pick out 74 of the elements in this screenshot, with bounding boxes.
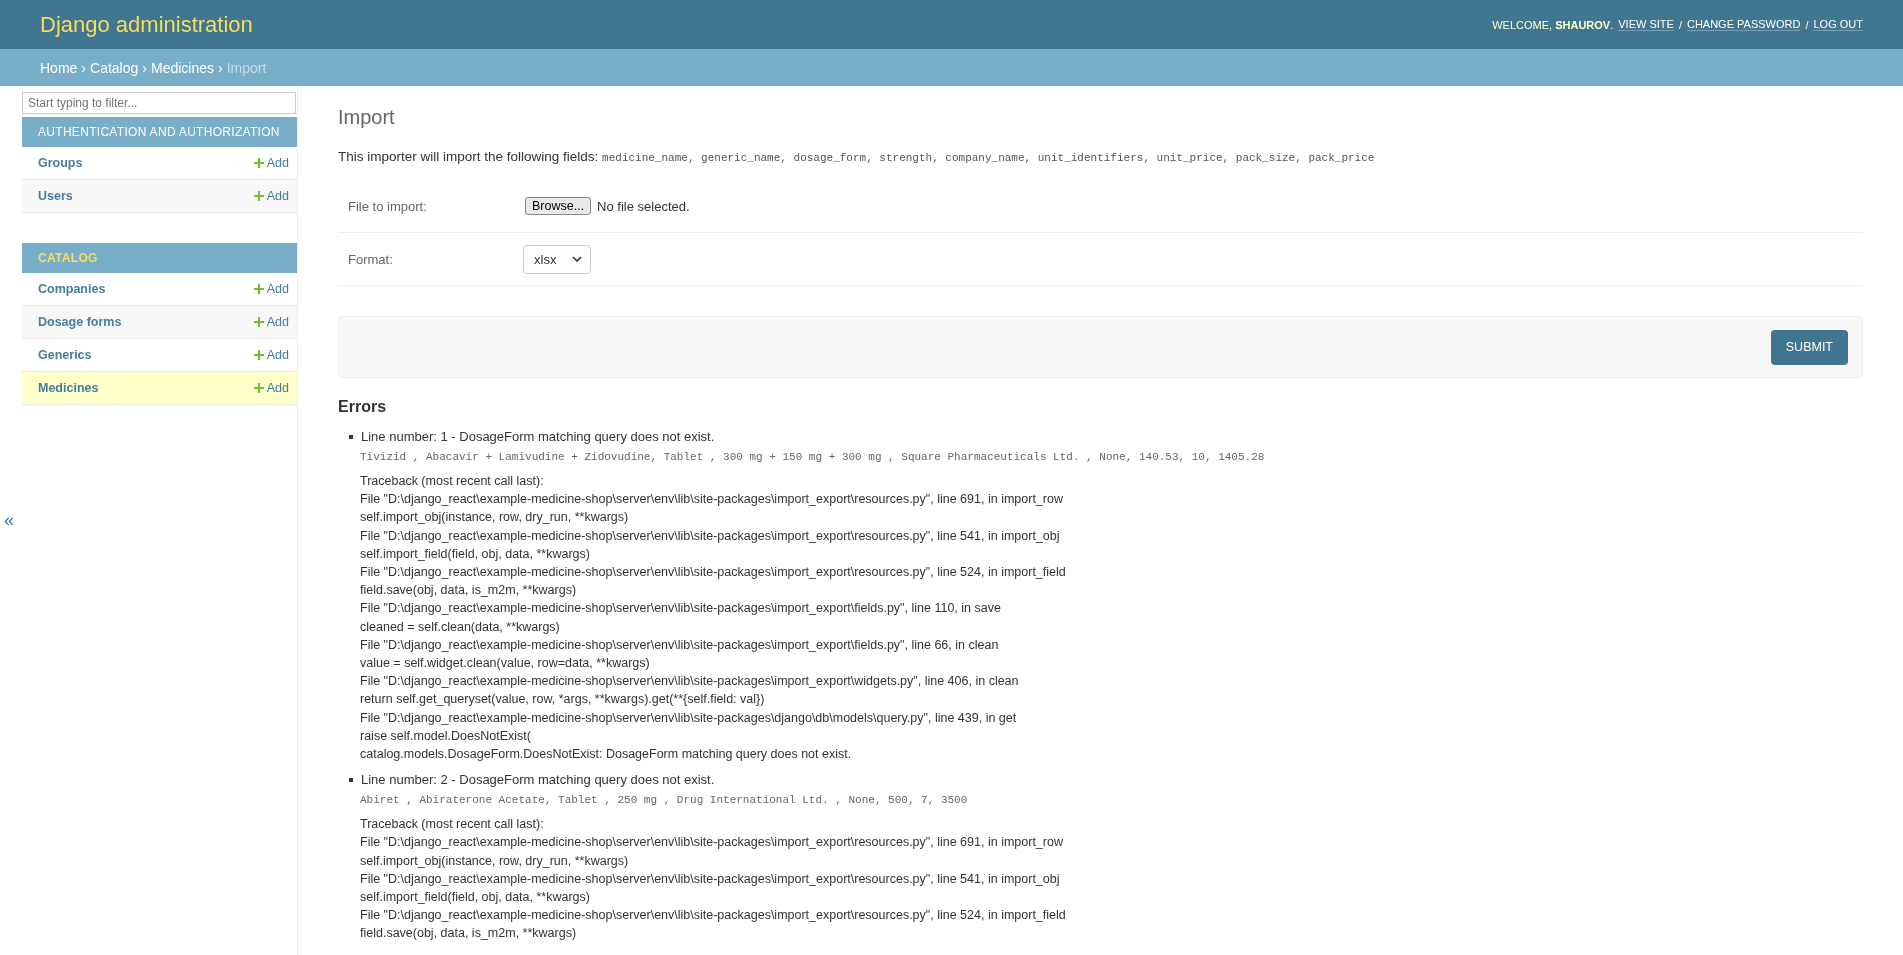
chevron-icon	[572, 256, 582, 262]
model-link[interactable]: Medicines	[38, 381, 99, 395]
row-data-text: Abiret , Abiraterone Acetate, Tablet , 250 mg , Drug International Ltd. , None, 500, 7, 3500	[360, 793, 969, 809]
breadcrumb-separator: ›	[218, 59, 223, 76]
bullet-icon	[349, 778, 353, 783]
traceback-line: File "D:\django_react\example-medicine-shop\server\env\lib\site-packages\import_export\resources.py", line 524, in import_field	[360, 564, 1067, 581]
breadcrumb-separator: ›	[81, 59, 87, 76]
model-link[interactable]: Users	[38, 189, 73, 203]
model-link[interactable]: Dosage forms	[38, 315, 122, 329]
filter-field[interactable]: Start typing to filter...	[22, 92, 296, 114]
add-link[interactable]: Add	[253, 381, 289, 395]
breadcrumb-separator: ›	[142, 59, 147, 76]
plus-icon	[253, 350, 264, 360]
plus-icon	[253, 284, 264, 294]
header-link[interactable]: VIEW SITE	[1618, 18, 1674, 31]
app-caption[interactable]: AUTHENTICATION AND AUTHORIZATION	[22, 117, 297, 147]
collapse-sidebar-button[interactable]: «	[0, 510, 14, 531]
breadcrumb-link[interactable]: Medicines	[150, 59, 214, 76]
add-link[interactable]: Add	[253, 282, 289, 296]
traceback-line: self.import_obj(instance, row, dry_run, **kwargs)	[360, 509, 630, 527]
traceback-line: value = self.widget.clean(value, row=data, **kwargs)	[360, 655, 651, 673]
add-link[interactable]: Add	[253, 348, 289, 362]
submit-button[interactable]: SUBMIT	[1770, 329, 1848, 365]
plus-icon	[253, 317, 264, 327]
model-link[interactable]: Generics	[38, 348, 92, 362]
traceback-line: File "D:\django_react\example-medicine-shop\server\env\lib\site-packages\import_export\resources.py", line 524, in import_field	[360, 907, 1067, 925]
traceback-line: File "D:\django_react\example-medicine-shop\server\env\lib\site-packages\import_export\resources.py", line 691, in import_row	[360, 491, 1064, 509]
errors-heading: Errors	[338, 398, 388, 416]
row-data-text: Tivizid , Abacavir + Lamivudine + Zidovudine, Tablet , 300 mg + 150 mg + 300 mg , Square Pharmaceuticals Ltd. , None, 140.53, 10, 1405.28	[360, 450, 1266, 465]
traceback-line: File "D:\django_react\example-medicine-shop\server\env\lib\site-packages\import_export\resources.py", line 541, in import_obj	[360, 527, 1061, 545]
field-label: Format:	[348, 251, 394, 267]
traceback-line: field.save(obj, data, is_m2m, **kwargs)	[360, 582, 578, 600]
traceback-line: cleaned = self.clean(data, **kwargs)	[360, 618, 561, 636]
add-link[interactable]: Add	[253, 189, 289, 203]
plus-icon	[253, 158, 264, 168]
plus-icon	[253, 191, 264, 201]
breadcrumb-link[interactable]: Catalog	[90, 59, 139, 76]
site-title[interactable]: Django administration	[40, 11, 253, 38]
header-link[interactable]: LOG OUT	[1813, 18, 1863, 31]
traceback-line: Traceback (most recent call last):	[360, 816, 545, 834]
breadcrumb-current: Import	[226, 59, 267, 76]
bullet-icon	[349, 435, 353, 439]
traceback-line: File "D:\django_react\example-medicine-shop\server\env\lib\site-packages\import_export\fields.py", line 66, in clean	[360, 636, 1000, 654]
traceback-line: self.import_field(field, obj, data, **kwargs)	[360, 889, 591, 907]
breadcrumb-link[interactable]: Home	[40, 59, 78, 76]
error-message: Line number: 1 - DosageForm matching query does not exist.	[361, 428, 715, 446]
page-title: Import	[338, 106, 396, 129]
welcome-text: WELCOME, SHAUROV.	[1492, 18, 1614, 31]
browse-button[interactable]: Browse...	[525, 197, 592, 215]
intro-text: This importer will import the following fields: medicine_name, generic_name, dosage_form, strength, company_name, unit_identifiers, unit_price, pack_size, pack_price	[338, 149, 1376, 164]
traceback-line: self.import_field(field, obj, data, **kwargs)	[360, 545, 591, 563]
traceback-line: File "D:\django_react\example-medicine-shop\server\env\lib\site-packages\django\db\models\query.py", line 439, in get	[360, 709, 1018, 727]
traceback-line: File "D:\django_react\example-medicine-shop\server\env\lib\site-packages\import_export\fields.py", line 110, in save	[360, 600, 1002, 618]
traceback-line: catalog.models.DosageForm.DoesNotExist: DosageForm matching query does not exist.	[360, 746, 853, 764]
error-message: Line number: 2 - DosageForm matching query does not exist.	[361, 771, 715, 790]
traceback-line: return self.get_queryset(value, row, *args, **kwargs).get(**{self.field: val})	[360, 691, 766, 709]
file-status-text: No file selected.	[597, 198, 690, 214]
traceback-line: File "D:\django_react\example-medicine-shop\server\env\lib\site-packages\import_export\resources.py", line 691, in import_row	[360, 834, 1064, 852]
model-link[interactable]: Companies	[38, 282, 106, 296]
traceback-line: Traceback (most recent call last):	[360, 473, 545, 490]
format-select[interactable]: xlsx	[523, 244, 591, 274]
traceback-line: field.save(obj, data, is_m2m, **kwargs)	[360, 925, 578, 943]
link-separator: /	[1678, 18, 1682, 31]
traceback-line: File "D:\django_react\example-medicine-shop\server\env\lib\site-packages\import_export\widgets.py", line 406, in clean	[360, 673, 1020, 691]
add-link[interactable]: Add	[253, 315, 289, 329]
traceback-line: raise self.model.DoesNotExist(	[360, 727, 532, 745]
header-link[interactable]: CHANGE PASSWORD	[1686, 18, 1801, 31]
plus-icon	[253, 383, 264, 393]
link-separator: /	[1805, 18, 1809, 31]
traceback-line: File "D:\django_react\example-medicine-shop\server\env\lib\site-packages\import_export\resources.py", line 541, in import_obj	[360, 870, 1061, 888]
traceback-line: self.import_obj(instance, row, dry_run, **kwargs)	[360, 852, 630, 870]
add-link[interactable]: Add	[253, 156, 289, 170]
model-link[interactable]: Groups	[38, 156, 83, 170]
field-label: File to import:	[348, 198, 428, 214]
